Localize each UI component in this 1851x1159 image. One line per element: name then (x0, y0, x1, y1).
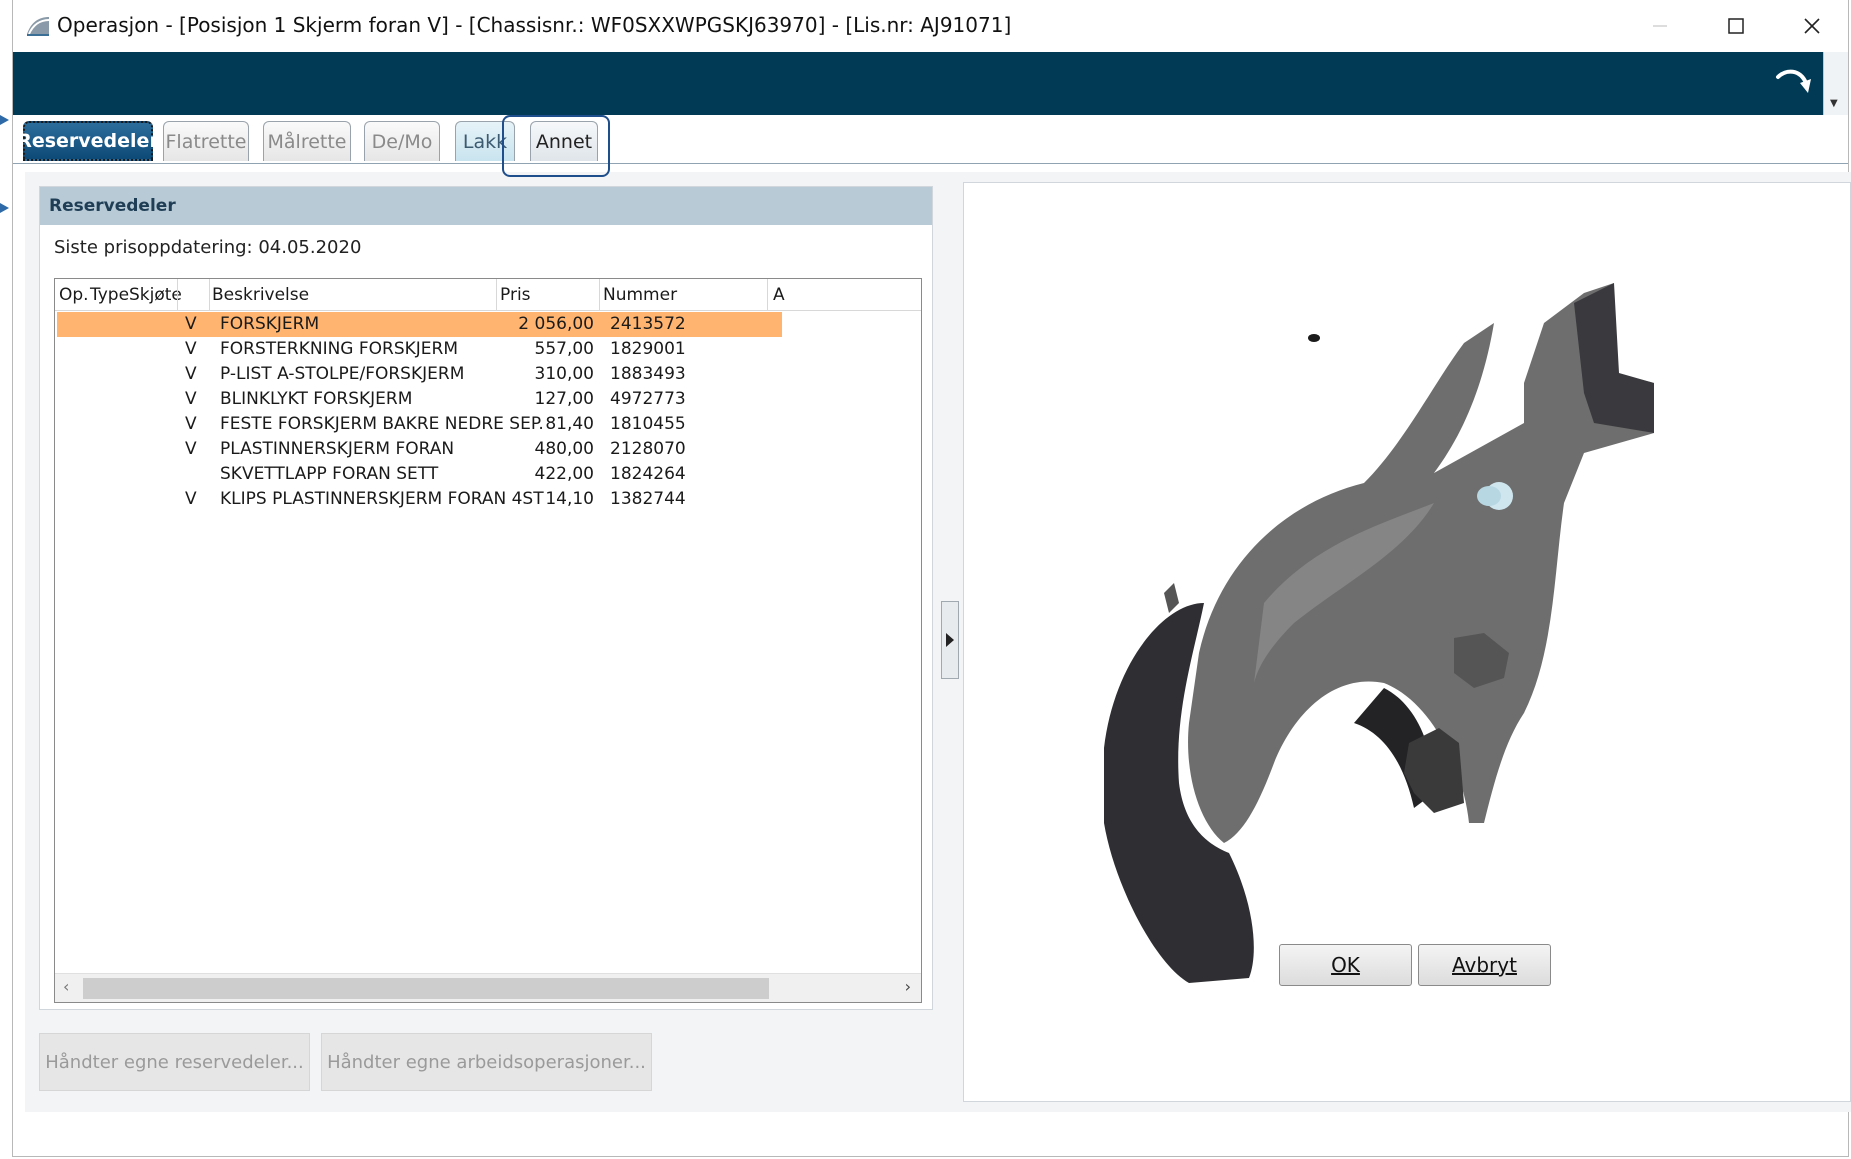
col-separator (177, 279, 178, 310)
pointer-arrow-icon (0, 115, 9, 125)
maximize-icon (1728, 18, 1744, 34)
cancel-button[interactable]: Avbryt (1418, 944, 1551, 986)
cell-number: 2413572 (610, 314, 686, 334)
close-button[interactable] (1776, 0, 1848, 52)
undo-button[interactable] (1770, 62, 1814, 102)
cell-description: BLINKLYKT FORSKJERM (220, 389, 413, 409)
minimize-icon (1653, 25, 1667, 27)
cell-price: 2 056,00 (518, 314, 594, 334)
table-row[interactable]: V BLINKLYKT FORSKJERM 127,00 4972773 (57, 387, 782, 412)
cell-description: KLIPS PLASTINNERSKJERM FORAN 4ST (220, 489, 544, 509)
cell-description: PLASTINNERSKJERM FORAN (220, 439, 455, 459)
cell-side: V (185, 314, 197, 334)
col-beskrivelse[interactable]: Beskrivelse (212, 285, 309, 305)
tab-flatrette[interactable]: Flatrette (163, 121, 249, 161)
col-op[interactable]: Op. (59, 285, 89, 305)
col-separator (599, 279, 600, 310)
grid-header: Op. Type Skjøte Beskrivelse Pris Nummer … (55, 279, 921, 311)
expand-right-icon (946, 633, 954, 647)
cell-description: P-LIST A-STOLPE/FORSKJERM (220, 364, 465, 384)
title-bar: Operasjon - [Posisjon 1 Skjerm foran V] … (13, 0, 1848, 52)
ok-button[interactable]: OK (1279, 944, 1412, 986)
banner-scroll-handle[interactable]: ▼ (1823, 52, 1848, 115)
close-icon (1804, 18, 1820, 34)
table-row[interactable]: V KLIPS PLASTINNERSKJERM FORAN 4ST 14,10… (57, 487, 782, 512)
col-separator (209, 279, 210, 310)
minimize-button[interactable] (1624, 0, 1696, 52)
scrollbar-thumb[interactable] (83, 978, 769, 999)
chevron-left-icon[interactable]: ‹ (63, 977, 69, 996)
cell-number: 1382744 (610, 489, 686, 509)
pointer-arrow-icon (0, 203, 9, 213)
cell-side: V (185, 389, 197, 409)
tab-strip: Reservedeler Flatrette Målrette De/Mo La… (13, 115, 1848, 164)
col-a[interactable]: A (773, 285, 785, 305)
cell-price: 14,10 (545, 489, 594, 509)
table-row[interactable]: SKVETTLAPP FORAN SETT 422,00 1824264 (57, 462, 782, 487)
horizontal-scrollbar[interactable]: ‹ › (55, 973, 921, 1002)
panel-header: Reservedeler (40, 187, 932, 225)
cell-description: FESTE FORSKJERM BAKRE NEDRE SEP. (220, 414, 544, 434)
cell-price: 480,00 (534, 439, 594, 459)
content-area: Reservedeler Siste prisoppdatering: 04.0… (25, 172, 1851, 1112)
price-update-text: Siste prisoppdatering: 04.05.2020 (54, 237, 362, 258)
cell-number: 1883493 (610, 364, 686, 384)
cell-side: V (185, 414, 197, 434)
col-nummer[interactable]: Nummer (603, 285, 677, 305)
cell-price: 557,00 (534, 339, 594, 359)
tab-de-mo[interactable]: De/Mo (364, 121, 440, 161)
cell-price: 310,00 (534, 364, 594, 384)
col-separator (496, 279, 497, 310)
tab-malrette[interactable]: Målrette (263, 121, 351, 161)
cell-side: V (185, 439, 197, 459)
cell-description: SKVETTLAPP FORAN SETT (220, 464, 439, 484)
col-pris[interactable]: Pris (500, 285, 531, 305)
parts-grid[interactable]: Op. Type Skjøte Beskrivelse Pris Nummer … (54, 278, 922, 1003)
app-logo-icon (27, 17, 50, 36)
chevron-right-icon[interactable]: › (905, 977, 911, 996)
table-row[interactable]: V PLASTINNERSKJERM FORAN 480,00 2128070 (57, 437, 782, 462)
cell-side: V (185, 339, 197, 359)
table-row[interactable]: V P-LIST A-STOLPE/FORSKJERM 310,00 18834… (57, 362, 782, 387)
cell-description: FORSKJERM (220, 314, 320, 334)
chevron-down-icon: ▼ (1830, 98, 1838, 109)
col-skjote[interactable]: Skjøte (129, 285, 182, 305)
undo-arrow-icon (1776, 69, 1811, 93)
tab-focus-highlight (502, 115, 610, 177)
maximize-button[interactable] (1700, 0, 1772, 52)
cell-number: 1810455 (610, 414, 686, 434)
cell-side: V (185, 364, 197, 384)
cell-price: 422,00 (534, 464, 594, 484)
panel-splitter[interactable] (941, 601, 959, 679)
cell-price: 127,00 (534, 389, 594, 409)
cell-description: FORSTERKNING FORSKJERM (220, 339, 459, 359)
tab-reservedeler[interactable]: Reservedeler (17, 121, 159, 161)
cell-side: V (185, 489, 197, 509)
parts-panel: Reservedeler Siste prisoppdatering: 04.0… (39, 186, 933, 1010)
col-separator (767, 279, 768, 310)
window-title: Operasjon - [Posisjon 1 Skjerm foran V] … (57, 13, 1012, 37)
cell-number: 4972773 (610, 389, 686, 409)
manage-own-operations-button[interactable]: Håndter egne arbeidsoperasjoner... (321, 1033, 652, 1091)
table-row[interactable]: V FORSTERKNING FORSKJERM 557,00 1829001 (57, 337, 782, 362)
dialog-window: Operasjon - [Posisjon 1 Skjerm foran V] … (12, 0, 1851, 1157)
cell-number: 2128070 (610, 439, 686, 459)
header-banner: ▼ (13, 52, 1848, 115)
manage-own-parts-button[interactable]: Håndter egne reservedeler... (39, 1033, 310, 1091)
table-row[interactable]: V FESTE FORSKJERM BAKRE NEDRE SEP. 81,40… (57, 412, 782, 437)
table-row[interactable]: V FORSKJERM 2 056,00 2413572 (57, 312, 782, 337)
cell-price: 81,40 (545, 414, 594, 434)
col-type[interactable]: Type (90, 285, 129, 305)
cell-number: 1824264 (610, 464, 686, 484)
cell-number: 1829001 (610, 339, 686, 359)
